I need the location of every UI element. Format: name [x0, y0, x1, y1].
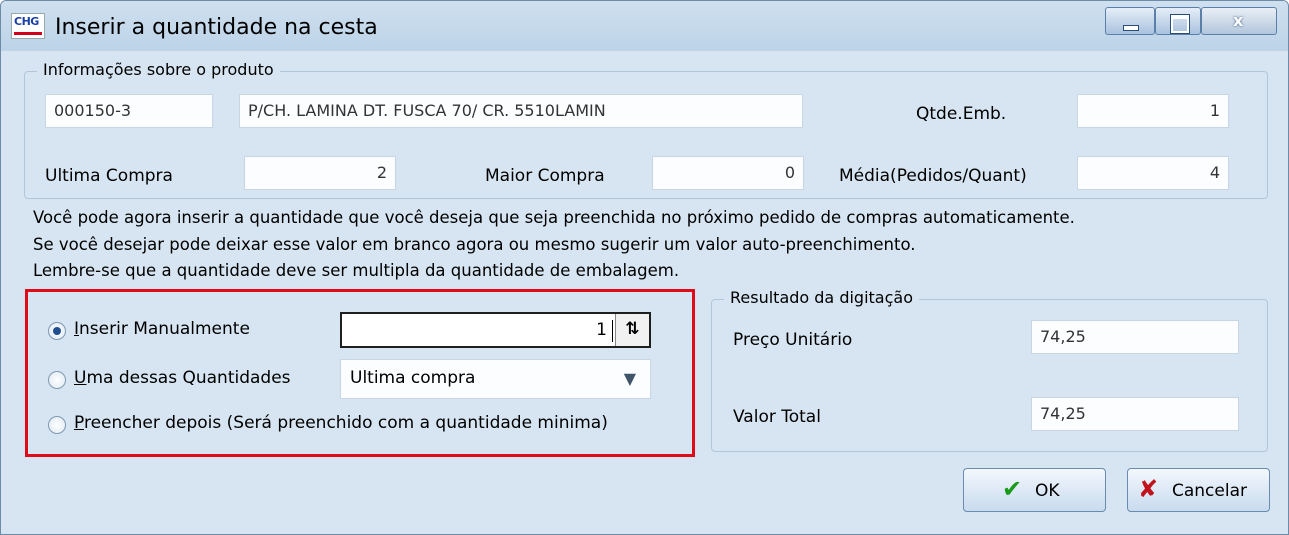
- valor-total-label: Valor Total: [733, 407, 821, 427]
- valor-total-field[interactable]: 74,25: [1031, 397, 1239, 431]
- checkmark-icon: ✔: [1002, 475, 1023, 503]
- maior-compra-label: Maior Compra: [485, 166, 605, 186]
- spin-up-down-icon[interactable]: ⇅: [615, 314, 649, 346]
- qtde-emb-field[interactable]: 1: [1077, 94, 1229, 128]
- media-field[interactable]: 4: [1077, 156, 1229, 190]
- text-cursor: [612, 320, 613, 342]
- cancel-label: Cancelar: [1172, 481, 1247, 501]
- dropdown-arrow-icon: ▼: [623, 369, 636, 388]
- ultima-compra-label: Ultima Compra: [45, 166, 173, 186]
- app-icon-text: CHG: [14, 15, 39, 28]
- inserir-manualmente-label[interactable]: Inserir Manualmente: [74, 319, 250, 339]
- manual-quantity-value: 1: [596, 320, 607, 340]
- preco-unitario-label: Preço Unitário: [733, 330, 853, 350]
- ok-button[interactable]: ✔ OK: [963, 468, 1106, 512]
- window-title: Inserir a quantidade na cesta: [55, 15, 378, 40]
- uma-dessas-quantidades-label[interactable]: Uma dessas Quantidades: [74, 368, 291, 388]
- qtde-emb-label: Qtde.Emb.: [916, 104, 1007, 124]
- radio-inserir-manualmente[interactable]: [48, 322, 66, 340]
- quantity-source-value: Ultima compra: [350, 368, 476, 388]
- manual-quantity-spinner[interactable]: 1 ⇅: [340, 312, 651, 348]
- title-bar[interactable]: CHG Inserir a quantidade na cesta x: [1, 1, 1288, 51]
- product-info-legend: Informações sobre o produto: [37, 60, 280, 79]
- maximize-button[interactable]: [1155, 7, 1201, 35]
- product-description-field[interactable]: P/CH. LAMINA DT. FUSCA 70/ CR. 5510LAMIN: [239, 94, 803, 128]
- maximize-icon: [1170, 14, 1190, 34]
- info-line-3: Lembre-se que a quantidade deve ser mult…: [33, 261, 680, 280]
- quantity-source-select[interactable]: Ultima compra ▼: [340, 359, 651, 399]
- info-line-1: Você pode agora inserir a quantidade que…: [33, 208, 1075, 227]
- radio-preencher-depois[interactable]: [48, 416, 66, 434]
- preco-unitario-field[interactable]: 74,25: [1031, 320, 1239, 354]
- preencher-depois-label[interactable]: Preencher depois (Será preenchido com a …: [74, 413, 608, 433]
- app-icon-stripe: [14, 32, 42, 35]
- result-legend: Resultado da digitação: [724, 288, 919, 307]
- app-icon: CHG: [11, 13, 45, 39]
- close-button[interactable]: x: [1201, 7, 1277, 35]
- cancel-x-icon: ✘: [1138, 475, 1159, 503]
- maior-compra-field[interactable]: 0: [652, 156, 804, 190]
- ok-label: OK: [1035, 481, 1060, 501]
- cancel-button[interactable]: ✘ Cancelar: [1127, 468, 1270, 512]
- minimize-button[interactable]: [1105, 7, 1155, 35]
- product-code-field[interactable]: 000150-3: [45, 94, 213, 128]
- radio-uma-dessas-quantidades[interactable]: [48, 371, 66, 389]
- close-icon: x: [1233, 11, 1244, 30]
- media-label: Média(Pedidos/Quant): [839, 166, 1027, 186]
- minimize-icon: [1123, 25, 1139, 31]
- info-line-2: Se você desejar pode deixar esse valor e…: [33, 235, 916, 254]
- ultima-compra-field[interactable]: 2: [244, 156, 396, 190]
- dialog-window: CHG Inserir a quantidade na cesta x Info…: [0, 0, 1289, 535]
